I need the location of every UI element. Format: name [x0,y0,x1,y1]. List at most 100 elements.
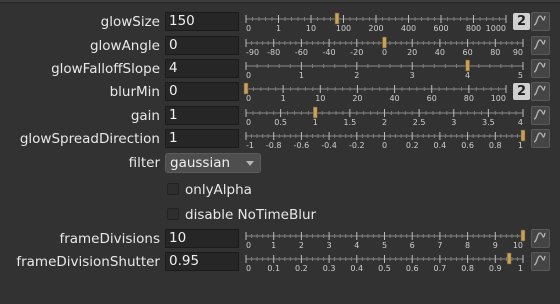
slider-track-svg[interactable]: 0 1 2 3 4 5 [243,59,526,79]
tick-label: 1000 [486,24,506,32]
value-slider[interactable]: 0 1 2 3 4 5 6 7 8 9 10 [243,229,526,249]
tick-label: 8 [465,241,470,249]
value-slider[interactable]: -90 -80 -60 -40 -20 0 20 40 60 80 90 [243,36,526,56]
view-count-badge[interactable]: 2 [513,83,530,100]
param-label: frameDivisions [59,231,160,247]
animation-curve-icon[interactable] [531,59,550,78]
tick-label: -1 [246,141,254,149]
value-slider[interactable]: 0 0.5 1 1.5 2 2.5 3 3.5 4 [243,106,526,126]
tick-label: 0 [246,118,251,126]
tick-label: 0 [246,24,251,32]
param-row-frameDivisions: frameDivisions 10 0 1 2 3 4 5 6 7 8 9 10 [0,228,560,251]
value-field[interactable]: 150 [165,12,239,31]
tick-label: 4 [354,241,359,249]
animation-curve-icon[interactable] [531,12,550,31]
curve-glyph [533,62,546,73]
tick-label: 1 [276,24,281,32]
param-label: frameDivisionShutter [16,254,160,270]
slider-track-svg[interactable]: 0 1 10 100 200 400 600 800 1000 [243,12,509,32]
tick-label: 0.8 [461,264,474,272]
slider-track-svg[interactable]: 0 1 2 3 4 5 6 7 8 9 10 [243,229,526,249]
value-field[interactable]: 1 [165,129,239,148]
param-row-glowFalloffSlope: glowFalloffSlope 4 0 1 2 3 4 5 [0,58,560,81]
tick-label: 9 [493,241,498,249]
tick-label: 0.1 [267,264,280,272]
animation-curve-icon[interactable] [531,36,550,55]
tick-label: 20 [352,94,362,102]
tick-label: 1 [281,94,286,102]
slider-handle[interactable] [334,12,340,25]
curve-glyph [533,85,546,96]
slider-handle[interactable] [465,59,470,72]
animation-curve-icon[interactable] [531,129,550,148]
tick-label: 3 [410,71,415,79]
slider-track-svg[interactable]: 0 0.5 1 1.5 2 2.5 3 3.5 4 [243,106,526,126]
slider-handle[interactable] [243,82,249,95]
value-slider[interactable]: 0 1 10 20 40 60 80 100 [243,82,509,102]
tick-label: -0.8 [266,141,282,149]
tick-label: -0.6 [294,141,310,149]
tick-label: 20 [407,48,417,56]
tick-label: 3 [327,241,332,249]
chevron-down-icon [246,161,254,166]
tick-label: -90 [246,48,259,56]
value-field[interactable]: 0.95 [165,252,239,271]
slider-track-svg[interactable]: 0 0.1 0.2 0.3 0.4 0.5 0.6 0.7 0.8 0.9 1 [243,252,526,272]
tick-label: 0.2 [295,264,308,272]
slider-handle[interactable] [506,252,512,265]
tick-label: 1 [518,141,523,149]
tick-label: 0.9 [489,264,502,272]
tick-label: 600 [433,24,448,32]
slider-handle[interactable] [520,229,526,242]
disable-notimeblur-checkbox[interactable] [167,208,179,220]
slider-handle[interactable] [382,36,387,49]
param-label: blurMin [109,84,160,100]
tick-label: 80 [464,94,474,102]
tick-label: 60 [463,48,473,56]
param-label: gain [130,108,160,124]
tick-label: -0.2 [349,141,365,149]
tick-label: 1 [313,118,318,126]
tick-label: 7 [437,241,442,249]
slider-track-svg[interactable]: -90 -80 -60 -40 -20 0 20 40 60 80 90 [243,36,526,56]
animation-curve-icon[interactable] [531,252,550,271]
slider-handle[interactable] [312,106,318,119]
tick-label: 200 [368,24,383,32]
view-count-badge[interactable]: 2 [513,13,530,30]
filter-dropdown[interactable]: gaussian [165,153,261,173]
tick-label: 5 [382,241,387,249]
value-field[interactable]: 1 [165,106,239,125]
checkbox-row-onlyAlpha: onlyAlpha [0,179,560,202]
param-row-glowSpreadDirection: glowSpreadDirection 1 -1 -0.8 -0.6 -0.4 -0.2… [0,128,560,151]
tick-label: 0.4 [434,141,447,149]
animation-curve-icon[interactable] [531,106,550,125]
value-slider[interactable]: -1 -0.8 -0.6 -0.4 -0.2 0 0.2 0.4 0.6 0.8 1 [243,129,526,149]
curve-glyph [533,15,546,26]
tick-label: 6 [410,241,415,249]
tick-label: 100 [336,24,351,32]
value-slider[interactable]: 0 1 10 100 200 400 600 800 1000 [243,12,509,32]
param-row-filter: filter gaussian [0,152,560,175]
value-field[interactable]: 10 [165,229,239,248]
slider-track-svg[interactable]: 0 1 10 20 40 60 80 100 [243,82,509,102]
slider-track-svg[interactable]: -1 -0.8 -0.6 -0.4 -0.2 0 0.2 0.4 0.6 0.8 1 [243,129,526,149]
value-field[interactable]: 0 [165,36,239,55]
tick-label: 1 [518,264,523,272]
checkbox-label: disable NoTimeBlur [185,207,317,223]
tick-label: 2 [299,241,304,249]
tick-label: 0.3 [323,264,336,272]
slider-handle[interactable] [520,129,526,142]
tick-label: -80 [267,48,280,56]
value-slider[interactable]: 0 1 2 3 4 5 [243,59,526,79]
animation-curve-icon[interactable] [531,229,550,248]
tick-label: 0 [382,141,387,149]
animation-curve-icon[interactable] [531,82,550,101]
value-field[interactable]: 4 [165,59,239,78]
param-row-glowSize: glowSize 150 0 1 10 100 200 400 600 800 1000 2 [0,11,560,34]
value-field[interactable]: 0 [165,82,239,101]
checkbox-label: onlyAlpha [185,182,252,198]
value-slider[interactable]: 0 0.1 0.2 0.3 0.4 0.5 0.6 0.7 0.8 0.9 1 [243,252,526,272]
onlyAlpha-checkbox[interactable] [167,183,179,195]
tick-label: 60 [427,94,437,102]
curve-glyph [533,232,546,243]
